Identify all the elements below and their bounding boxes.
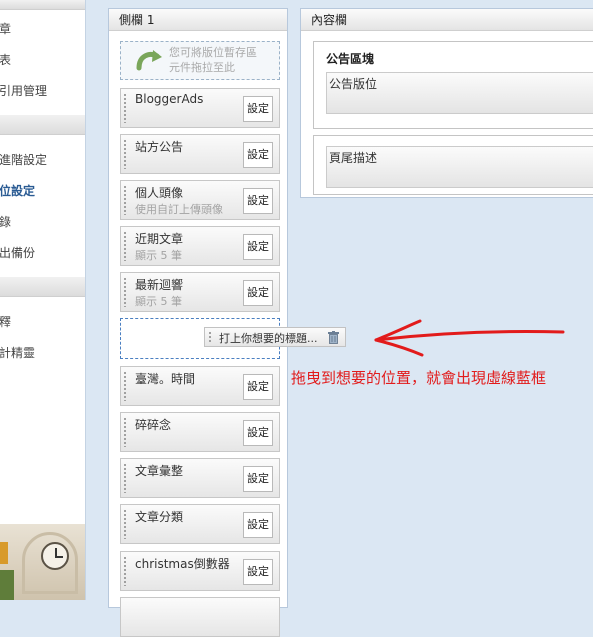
nav-item-advanced[interactable]: 進階設定 <box>0 145 85 176</box>
settings-button[interactable]: 設定 <box>243 96 273 122</box>
gadget-name: 文章分類 <box>135 510 184 524</box>
drag-handle[interactable] <box>123 371 127 401</box>
footer-section: 頁尾描述 <box>313 135 593 195</box>
gadget-name: 文章彙整 <box>135 464 184 478</box>
curved-arrow-icon <box>136 50 162 71</box>
drop-hint-line1: 您可將版位暫存區 <box>169 46 257 59</box>
clock-icon <box>41 542 69 570</box>
drop-hint-line2: 元件拖拉至此 <box>169 61 235 74</box>
gadget-avatar[interactable]: 個人頭像 使用自訂上傳頭像 設定 <box>120 180 280 220</box>
announcement-section: 公告區塊 公告版位 <box>313 41 593 129</box>
gadget-name: 站方公告 <box>135 140 184 154</box>
nav-item-record[interactable]: 錄 <box>0 207 85 238</box>
footer-slot-label: 頁尾描述 <box>329 151 378 165</box>
gadget-subtitle: 使用自訂上傳頭像 <box>135 203 223 216</box>
sidebar-panel: 側欄 1 您可將版位暫存區 元件拖拉至此 BloggerAds 設定 站方公告 … <box>108 8 288 637</box>
drag-handle[interactable] <box>123 463 127 493</box>
content-panel-title: 內容欄 <box>301 9 593 31</box>
gadget-subtitle: 顯示 5 筆 <box>135 249 182 262</box>
drag-handle[interactable] <box>123 231 127 261</box>
drag-handle[interactable] <box>123 417 127 447</box>
drag-handle[interactable] <box>123 185 127 215</box>
gadget-name: 碎碎念 <box>135 418 172 432</box>
gadget-name: 最新迴響 <box>135 278 184 292</box>
nav-item-wizard[interactable]: 計精靈 <box>0 338 85 369</box>
gadget-subtitle: 顯示 5 筆 <box>135 295 182 308</box>
sidebar-panel-title: 側欄 1 <box>109 9 287 31</box>
nav-item-trackback[interactable]: 引用管理 <box>0 76 85 107</box>
settings-button[interactable]: 設定 <box>243 466 273 492</box>
drop-zone-hint[interactable]: 您可將版位暫存區 元件拖拉至此 <box>120 41 280 80</box>
trash-icon[interactable] <box>328 331 339 344</box>
dragging-gadget-label: 打上你想要的標題... <box>219 332 318 345</box>
gadget-name: BloggerAds <box>135 92 204 106</box>
settings-button[interactable]: 設定 <box>243 234 273 260</box>
announcement-section-title: 公告區塊 <box>326 52 375 66</box>
gadget-name: 臺灣。時間 <box>135 372 196 386</box>
dragging-gadget[interactable]: 打上你想要的標題... <box>204 327 346 347</box>
gadget-latest-comments[interactable]: 最新迴響 顯示 5 筆 設定 <box>120 272 280 312</box>
settings-button[interactable]: 設定 <box>243 559 273 585</box>
gadget-site-announcement[interactable]: 站方公告 設定 <box>120 134 280 174</box>
nav-section-header <box>0 277 85 297</box>
content-panel: 內容欄 公告區塊 公告版位 頁尾描述 <box>300 8 593 198</box>
drag-handle[interactable] <box>123 93 127 123</box>
settings-button[interactable]: 設定 <box>243 374 273 400</box>
drag-handle[interactable] <box>123 509 127 539</box>
drag-handle[interactable] <box>208 331 212 344</box>
gadget-name: christmas倒數器 <box>135 557 230 571</box>
admin-sidebar-nav: 章 表 引用管理 進階設定 位設定 錄 出備份 釋 計精靈 <box>0 0 86 600</box>
nav-item-backup[interactable]: 出備份 <box>0 238 85 269</box>
annotation-text: 拖曳到想要的位置，就會出現虛線藍框 <box>291 369 547 387</box>
annotation-arrow-icon <box>374 319 565 357</box>
drag-handle[interactable] <box>123 139 127 169</box>
drag-handle[interactable] <box>123 556 127 586</box>
gadget-taiwan-time[interactable]: 臺灣。時間 設定 <box>120 366 280 406</box>
nav-item-layout[interactable]: 位設定 <box>0 176 85 207</box>
settings-button[interactable]: 設定 <box>243 280 273 306</box>
nav-section-header <box>0 115 85 135</box>
nav-item-release[interactable]: 釋 <box>0 307 85 338</box>
drop-zone-hint-text: 您可將版位暫存區 元件拖拉至此 <box>169 45 257 75</box>
decorative-photo <box>0 524 85 600</box>
settings-button[interactable]: 設定 <box>243 188 273 214</box>
announcement-slot[interactable]: 公告版位 <box>326 72 593 114</box>
gadget-murmur[interactable]: 碎碎念 設定 <box>120 412 280 452</box>
gadget-recent-posts[interactable]: 近期文章 顯示 5 筆 設定 <box>120 226 280 266</box>
nav-section-header <box>0 0 85 10</box>
announcement-slot-label: 公告版位 <box>329 77 378 91</box>
gadget-partial[interactable] <box>120 597 280 637</box>
settings-button[interactable]: 設定 <box>243 512 273 538</box>
gadget-name: 近期文章 <box>135 232 184 246</box>
gadget-name: 個人頭像 <box>135 186 184 200</box>
gadget-archive[interactable]: 文章彙整 設定 <box>120 458 280 498</box>
settings-button[interactable]: 設定 <box>243 420 273 446</box>
footer-slot[interactable]: 頁尾描述 <box>326 146 593 188</box>
gadget-categories[interactable]: 文章分類 設定 <box>120 504 280 544</box>
gadget-bloggerads[interactable]: BloggerAds 設定 <box>120 88 280 128</box>
gadget-christmas-countdown[interactable]: christmas倒數器 設定 <box>120 551 280 591</box>
settings-button[interactable]: 設定 <box>243 142 273 168</box>
drag-handle[interactable] <box>123 277 127 307</box>
nav-item-list[interactable]: 表 <box>0 45 85 76</box>
nav-item-articles[interactable]: 章 <box>0 14 85 45</box>
